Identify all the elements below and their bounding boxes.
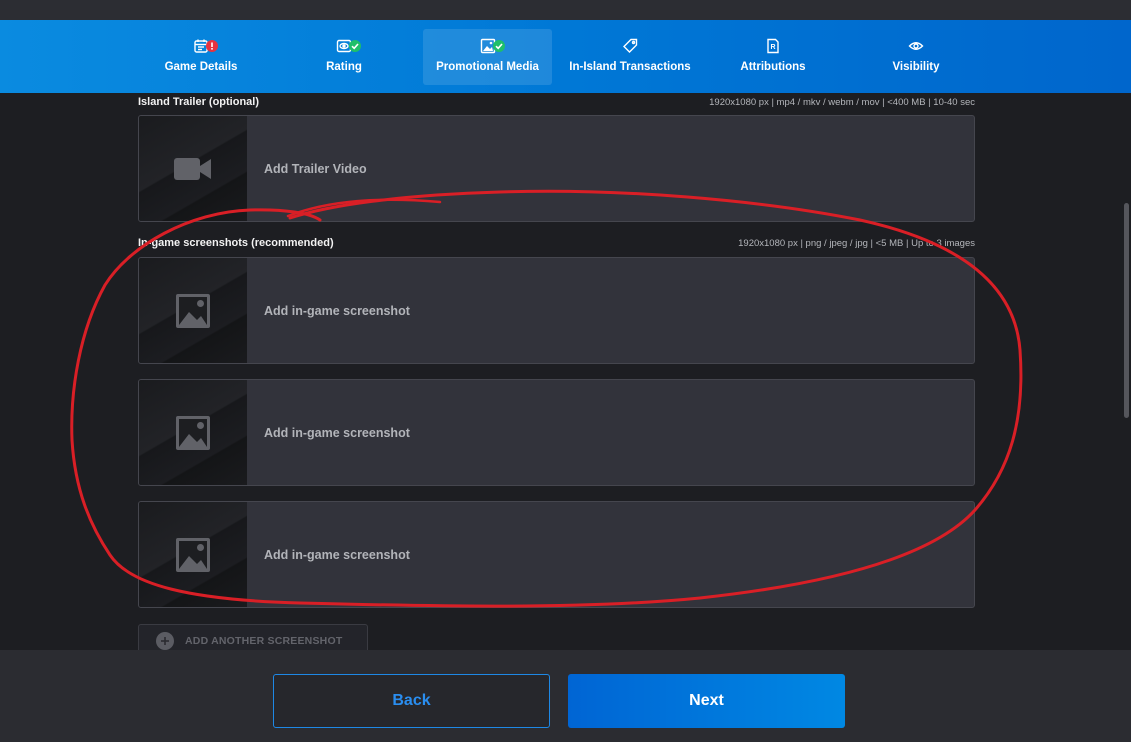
- video-camera-icon: [174, 157, 211, 180]
- add-another-screenshot-button[interactable]: ADD ANOTHER SCREENSHOT: [138, 624, 368, 650]
- check-badge-icon: [492, 40, 505, 52]
- tab-promotional-media[interactable]: Promotional Media: [423, 29, 552, 85]
- back-button[interactable]: Back: [273, 674, 550, 728]
- error-badge-icon: [206, 40, 218, 52]
- screenshot-upload-label: Add in-game screenshot: [264, 425, 410, 440]
- trailer-upload-slot[interactable]: Add Trailer Video: [138, 115, 975, 222]
- image-icon: [176, 293, 210, 328]
- screenshot-thumbnail: [139, 258, 247, 363]
- tab-label: Promotional Media: [436, 61, 539, 73]
- trailer-spec: 1920x1080 px | mp4 / mkv / webm / mov | …: [709, 96, 975, 108]
- screenshot-thumbnail: [139, 380, 247, 485]
- screenshot-upload-slot[interactable]: Add in-game screenshot: [138, 257, 975, 364]
- footer-nav: Back Next: [0, 650, 1131, 742]
- trailer-section-header: Island Trailer (optional) 1920x1080 px |…: [138, 94, 975, 110]
- tag-icon: [623, 38, 638, 53]
- screenshot-upload-label: Add in-game screenshot: [264, 547, 410, 562]
- step-tab-bar: Game Details Rating Promotional Media In…: [0, 20, 1131, 93]
- check-badge-icon: [349, 40, 361, 52]
- tab-label: In-Island Transactions: [569, 61, 691, 73]
- screenshots-section-header: In-game screenshots (recommended) 1920x1…: [138, 235, 975, 251]
- trailer-section-title: Island Trailer (optional): [138, 96, 260, 108]
- document-r-icon: R: [767, 38, 779, 54]
- screenshot-thumbnail: [139, 502, 247, 607]
- media-form: Island Trailer (optional) 1920x1080 px |…: [0, 93, 1131, 650]
- scrollbar-thumb[interactable]: [1124, 203, 1129, 418]
- image-icon: [176, 537, 210, 572]
- tab-game-details[interactable]: Game Details: [150, 29, 252, 85]
- trailer-upload-label: Add Trailer Video: [264, 161, 367, 176]
- screenshots-section-title: In-game screenshots (recommended): [138, 237, 334, 249]
- screenshot-upload-label: Add in-game screenshot: [264, 303, 410, 318]
- trailer-thumbnail: [139, 116, 247, 221]
- add-another-screenshot-label: ADD ANOTHER SCREENSHOT: [185, 635, 343, 647]
- eye-icon: [908, 42, 924, 50]
- tab-visibility[interactable]: Visibility: [872, 29, 960, 85]
- image-icon: [176, 415, 210, 450]
- window-top-strip: [0, 0, 1131, 20]
- next-button[interactable]: Next: [568, 674, 845, 728]
- tab-label: Visibility: [892, 61, 940, 73]
- tab-attributions[interactable]: R Attributions: [727, 29, 819, 85]
- screenshot-upload-slot[interactable]: Add in-game screenshot: [138, 379, 975, 486]
- screenshot-upload-slot[interactable]: Add in-game screenshot: [138, 501, 975, 608]
- screenshots-spec: 1920x1080 px | png / jpeg / jpg | <5 MB …: [738, 237, 975, 249]
- tab-rating[interactable]: Rating: [294, 29, 394, 85]
- tab-label: Rating: [326, 61, 362, 73]
- tab-label: Game Details: [164, 61, 238, 73]
- plus-circle-icon: [156, 632, 174, 650]
- tab-label: Attributions: [740, 61, 806, 73]
- tab-in-island-transactions[interactable]: In-Island Transactions: [563, 29, 697, 85]
- svg-text:R: R: [770, 44, 775, 51]
